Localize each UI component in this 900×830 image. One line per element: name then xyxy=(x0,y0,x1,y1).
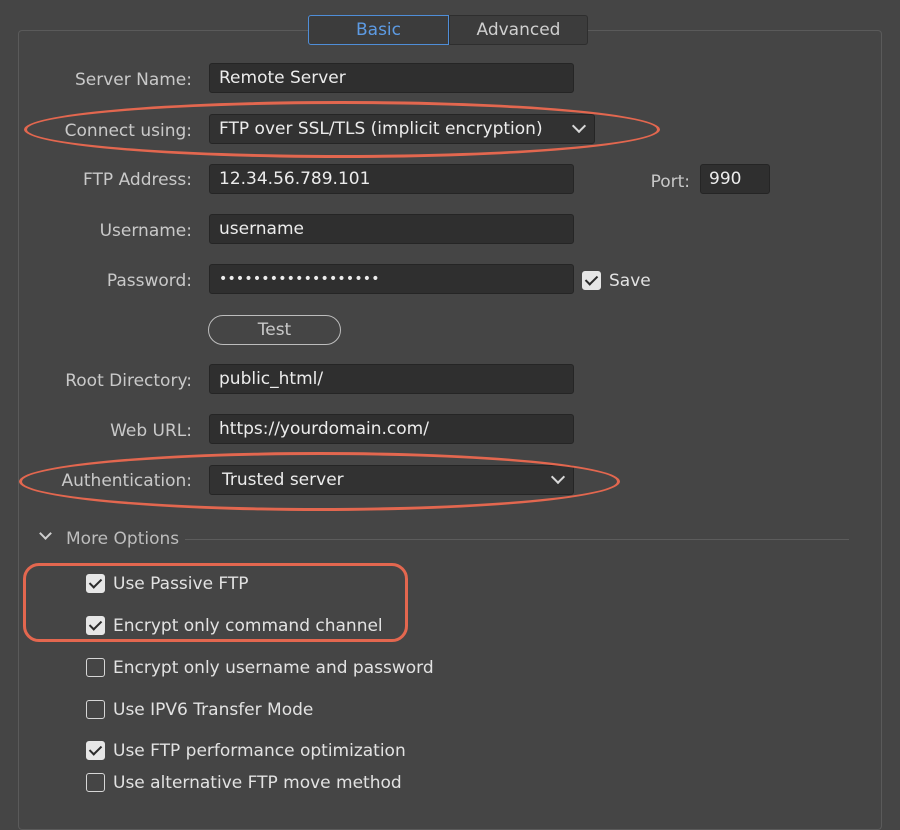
tab-basic[interactable]: Basic xyxy=(308,15,449,45)
web-url-label: Web URL: xyxy=(110,421,192,441)
username-label: Username: xyxy=(99,221,192,241)
password-input[interactable]: ••••••••••••••••••• xyxy=(209,264,574,294)
test-button[interactable]: Test xyxy=(208,315,341,345)
encrypt-credentials-checkbox[interactable] xyxy=(86,658,105,677)
root-directory-input[interactable]: public_html/ xyxy=(209,364,574,394)
connect-using-value: FTP over SSL/TLS (implicit encryption) xyxy=(219,119,543,139)
authentication-label: Authentication: xyxy=(61,471,192,491)
alternative-move-checkbox[interactable] xyxy=(86,773,105,792)
username-input[interactable]: username xyxy=(209,214,574,244)
tab-advanced[interactable]: Advanced xyxy=(449,15,588,45)
authentication-value: Trusted server xyxy=(222,470,344,490)
performance-optimization-label: Use FTP performance optimization xyxy=(113,741,406,761)
passive-ftp-checkbox[interactable] xyxy=(86,574,105,593)
root-directory-label: Root Directory: xyxy=(65,371,192,391)
connect-using-select[interactable]: FTP over SSL/TLS (implicit encryption) xyxy=(209,114,595,144)
chevron-down-icon xyxy=(571,118,587,134)
passive-ftp-label: Use Passive FTP xyxy=(113,574,249,594)
save-password-label: Save xyxy=(609,271,651,291)
password-label: Password: xyxy=(106,271,192,291)
performance-optimization-checkbox[interactable] xyxy=(86,741,105,760)
port-label: Port: xyxy=(650,172,690,192)
authentication-select[interactable]: Trusted server xyxy=(209,465,574,495)
alternative-move-label: Use alternative FTP move method xyxy=(113,773,402,793)
web-url-input[interactable]: https://yourdomain.com/ xyxy=(209,414,574,444)
section-divider xyxy=(185,539,849,540)
port-input[interactable]: 990 xyxy=(700,164,770,194)
encrypt-command-channel-label: Encrypt only command channel xyxy=(113,616,383,636)
encrypt-credentials-label: Encrypt only username and password xyxy=(113,658,434,678)
more-options-toggle[interactable]: More Options xyxy=(66,529,179,549)
connect-using-label: Connect using: xyxy=(64,121,192,141)
encrypt-command-channel-checkbox[interactable] xyxy=(86,616,105,635)
ipv6-mode-checkbox[interactable] xyxy=(86,700,105,719)
tab-bar: Basic Advanced xyxy=(308,15,588,47)
server-name-input[interactable]: Remote Server xyxy=(209,63,574,93)
ipv6-mode-label: Use IPV6 Transfer Mode xyxy=(113,700,314,720)
ftp-address-label: FTP Address: xyxy=(83,170,192,190)
chevron-down-icon xyxy=(550,469,566,485)
save-password-checkbox[interactable] xyxy=(582,271,601,290)
ftp-address-input[interactable]: 12.34.56.789.101 xyxy=(209,164,574,194)
server-name-label: Server Name: xyxy=(74,70,192,90)
